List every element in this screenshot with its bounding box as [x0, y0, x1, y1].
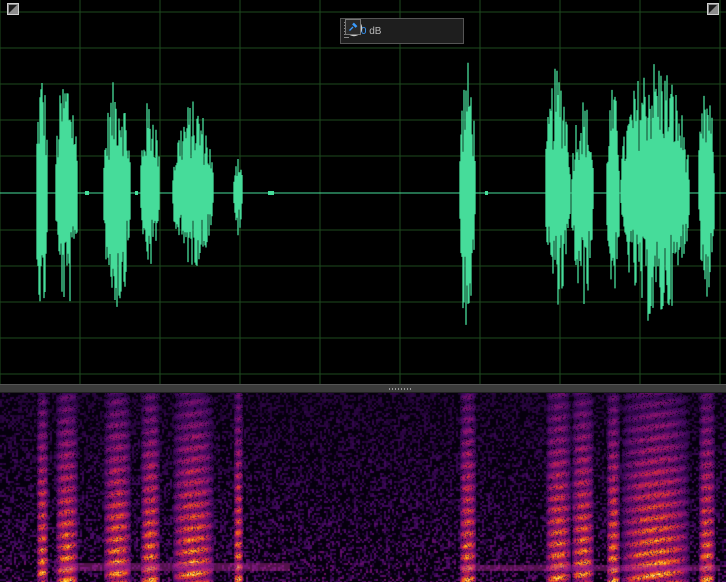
waveform-burst — [140, 103, 160, 264]
waveform-burst — [55, 89, 78, 302]
splitter-grip-icon — [389, 388, 413, 390]
waveform-burst — [233, 159, 243, 236]
waveform-blip — [485, 191, 488, 195]
spectrogram-canvas[interactable] — [0, 393, 726, 582]
waveform-blip — [135, 191, 138, 195]
waveform-burst — [571, 102, 594, 304]
waveform-burst — [36, 83, 48, 302]
zoom-corner-left-button[interactable] — [7, 3, 19, 15]
waveform-burst — [545, 68, 571, 305]
waveform-view[interactable]: +0 dB — [0, 0, 726, 384]
pin-icon[interactable] — [345, 19, 361, 35]
waveform-burst — [172, 101, 214, 266]
zoom-corner-right-button[interactable] — [707, 3, 719, 15]
gain-toolbar: +0 dB — [340, 18, 464, 44]
waveform-blip — [268, 191, 274, 195]
panel-splitter[interactable] — [0, 384, 726, 393]
waveform-canvas[interactable] — [0, 0, 726, 384]
gain-unit: dB — [369, 25, 382, 37]
spectrogram-view[interactable] — [0, 393, 726, 582]
waveform-blip — [85, 191, 89, 195]
waveform-burst — [459, 62, 476, 325]
waveform-burst — [620, 64, 690, 321]
waveform-burst — [103, 82, 131, 307]
